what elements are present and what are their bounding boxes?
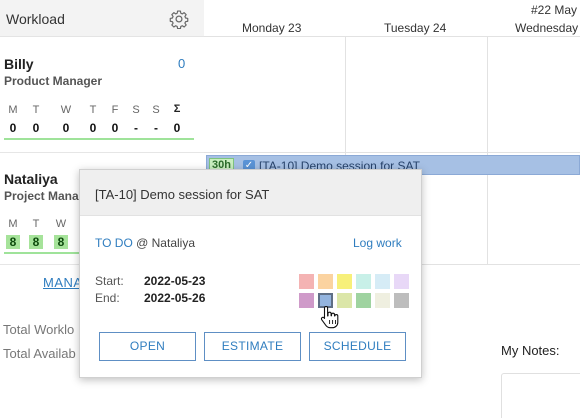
day-label: M: [8, 104, 18, 116]
user-role: Product Manager: [4, 74, 103, 88]
row-divider: [0, 152, 204, 153]
week-label: #22 May: [531, 3, 578, 17]
hand-cursor-icon: [320, 305, 339, 329]
sum-value: 0: [173, 121, 181, 135]
day-value: 0: [62, 121, 70, 135]
color-swatch[interactable]: [375, 293, 390, 308]
start-date: 2022-05-23: [144, 274, 206, 288]
popup-title: [TA-10] Demo session for SAT: [95, 187, 270, 202]
user-task-count[interactable]: 0: [178, 56, 185, 71]
color-swatch[interactable]: [318, 274, 333, 289]
day-value: 8: [54, 235, 68, 249]
day-value: 0: [111, 121, 119, 135]
color-swatch[interactable]: [356, 274, 371, 289]
day-column-divider: [487, 37, 488, 265]
popup-header: [TA-10] Demo session for SAT: [80, 170, 421, 216]
sum-label: Σ: [173, 103, 181, 115]
day-label: T: [89, 104, 97, 116]
open-button[interactable]: OPEN: [99, 332, 196, 361]
user-name[interactable]: Nataliya: [4, 171, 58, 187]
day-label: F: [111, 104, 119, 116]
status-link[interactable]: TO DO: [95, 236, 133, 250]
user-role: Project Manag: [4, 189, 87, 203]
notes-textarea[interactable]: [501, 373, 580, 418]
day-label: S: [132, 104, 140, 116]
user-name[interactable]: Billy: [4, 56, 34, 72]
day-value: -: [134, 121, 138, 135]
workload-header: Workload: [0, 0, 204, 37]
color-swatch[interactable]: [375, 274, 390, 289]
color-swatch[interactable]: [299, 274, 314, 289]
day-label: T: [32, 218, 40, 230]
assignee: @ Nataliya: [136, 236, 195, 250]
workload-title: Workload: [6, 11, 65, 27]
day-value: -: [154, 121, 158, 135]
total-workload-label: Total Worklo: [3, 322, 75, 337]
status-row: TO DO @ Nataliya: [95, 236, 195, 250]
day-value: 0: [32, 121, 40, 135]
day-label: T: [32, 104, 40, 116]
workload-underline: [4, 252, 80, 254]
day-value: 8: [6, 235, 20, 249]
color-swatch[interactable]: [299, 293, 314, 308]
day-column-title: Tuesday 24: [384, 21, 447, 35]
log-work-link[interactable]: Log work: [353, 236, 402, 250]
end-date: 2022-05-26: [144, 291, 206, 305]
total-available-label: Total Availab: [3, 346, 76, 361]
day-value: 0: [9, 121, 17, 135]
color-swatch[interactable]: [394, 293, 409, 308]
end-label: End:: [95, 291, 120, 305]
day-label: W: [60, 104, 72, 116]
notes-label: My Notes:: [501, 343, 560, 358]
day-value: 0: [89, 121, 97, 135]
start-label: Start:: [95, 274, 124, 288]
day-label: M: [8, 218, 18, 230]
color-swatch[interactable]: [394, 274, 409, 289]
schedule-button[interactable]: SCHEDULE: [309, 332, 406, 361]
day-value: 8: [29, 235, 43, 249]
task-popup: [TA-10] Demo session for SAT TO DO @ Nat…: [79, 169, 422, 378]
manage-link[interactable]: MANA: [43, 275, 83, 290]
workload-underline: [4, 138, 194, 140]
calendar-row-divider: [204, 152, 580, 153]
estimate-button[interactable]: ESTIMATE: [204, 332, 301, 361]
day-column-title: Monday 23: [242, 21, 302, 35]
color-swatch[interactable]: [337, 274, 352, 289]
gear-icon[interactable]: [169, 9, 189, 29]
calendar-header: #22 May Monday 23 Tuesday 24 Wednesday: [204, 0, 580, 37]
day-label: W: [55, 218, 67, 230]
color-swatch[interactable]: [356, 293, 371, 308]
day-column-title: Wednesday: [515, 21, 579, 35]
day-label: S: [152, 104, 160, 116]
